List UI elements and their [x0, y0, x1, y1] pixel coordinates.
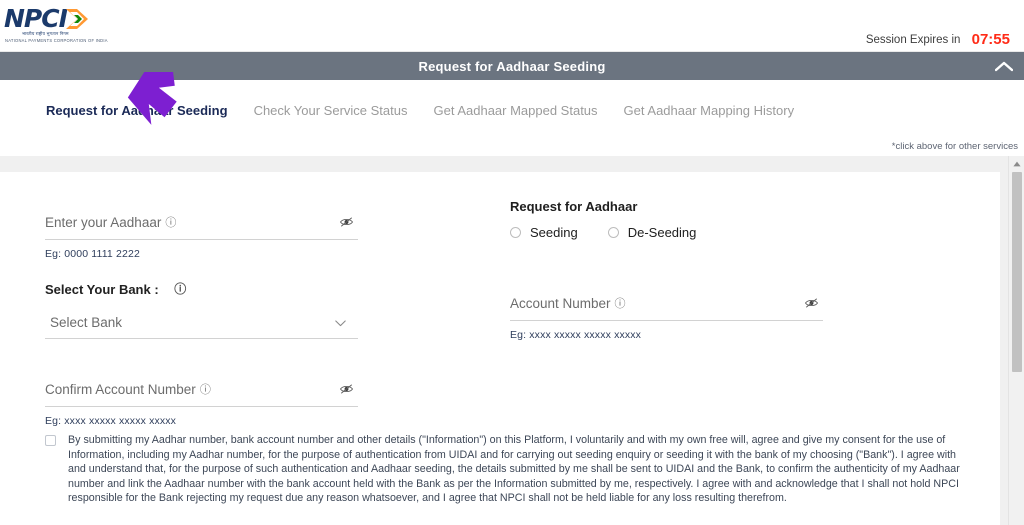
account-number-helper-text: Eg: xxxx xxxxx xxxxx xxxxx [510, 329, 642, 341]
scroll-up-arrow-icon [1013, 161, 1021, 167]
consent-text: By submitting my Aadhar number, bank acc… [68, 434, 960, 505]
aadhaar-helper-text: Eg: 0000 1111 2222 [45, 248, 140, 260]
info-icon[interactable]: ⓘ [165, 214, 176, 230]
confirm-account-label: Confirm Account Number [45, 382, 196, 397]
npci-logo[interactable]: NPCI भारतीय राष्ट्रीय भुगतान निगम NATION… [4, 4, 124, 47]
aadhaar-field-group: Enter your Aadhaar ⓘ Eg: 0000 1111 2222 [45, 214, 358, 260]
radio-circle-icon [510, 227, 521, 238]
eye-slash-icon[interactable] [339, 215, 354, 229]
tab-request-aadhaar-seeding[interactable]: Request for Aadhaar Seeding [46, 102, 228, 140]
scroll-up-button[interactable] [1009, 158, 1024, 170]
confirm-account-field-group: Confirm Account Number ⓘ Eg: xxxx xxxxx … [45, 381, 358, 427]
eye-slash-icon[interactable] [804, 296, 819, 310]
form-column-left: Enter your Aadhaar ⓘ Eg: 0000 1111 2222 … [45, 214, 358, 427]
request-type-radio-group: Seeding De-Seeding [510, 225, 823, 240]
eye-slash-icon[interactable] [339, 382, 354, 396]
radio-seeding[interactable]: Seeding [510, 225, 578, 240]
chevron-up-icon [995, 61, 1013, 71]
tab-get-aadhaar-mapping-history[interactable]: Get Aadhaar Mapping History [624, 103, 795, 120]
note-text: *click above for other services [891, 141, 1018, 152]
radio-label: De-Seeding [627, 225, 697, 240]
tab-label: Get Aadhaar Mapped Status [433, 102, 598, 118]
chevron-down-icon [335, 320, 346, 327]
account-number-label: Account Number [510, 296, 611, 311]
logo-subtitle: NATIONAL PAYMENTS CORPORATION OF INDIA [5, 38, 108, 43]
tab-get-aadhaar-mapped-status[interactable]: Get Aadhaar Mapped Status [433, 103, 597, 120]
select-bank-label: Select Your Bank : [45, 282, 159, 297]
aadhaar-label: Enter your Aadhaar [45, 215, 162, 230]
logo-mark-row: NPCI [4, 4, 124, 33]
radio-label: Seeding [530, 225, 578, 240]
consent-checkbox[interactable] [45, 435, 56, 446]
logo-hindi-text: भारतीय राष्ट्रीय भुगतान निगम [22, 31, 69, 36]
page-root: NPCI भारतीय राष्ट्रीय भुगतान निगम NATION… [0, 0, 1024, 525]
tricolor-arrow-icon [66, 9, 88, 29]
aadhaar-input[interactable]: Enter your Aadhaar ⓘ [45, 214, 358, 240]
select-bank-label-row: Select Your Bank : ⓘ [45, 280, 358, 297]
tab-label: Check Your Service Status [253, 102, 408, 118]
section-title-bar: Request for Aadhaar Seeding [0, 52, 1024, 80]
info-icon[interactable]: ⓘ [200, 381, 211, 397]
collapse-section-button[interactable] [984, 52, 1024, 80]
form-card: Enter your Aadhaar ⓘ Eg: 0000 1111 2222 … [0, 172, 1008, 525]
content-area: Enter your Aadhaar ⓘ Eg: 0000 1111 2222 … [0, 156, 1024, 525]
tab-check-service-status[interactable]: Check Your Service Status [254, 103, 408, 120]
top-bar: NPCI भारतीय राष्ट्रीय भुगतान निगम NATION… [0, 0, 1024, 52]
scrollbar-thumb[interactable] [1012, 172, 1022, 372]
tab-label: Request for Aadhaar Seeding [46, 102, 228, 118]
session-label: Session Expires in [865, 34, 961, 46]
consent-row: By submitting my Aadhar number, bank acc… [45, 433, 965, 506]
session-timer: Session Expires in 07:55 [866, 31, 1010, 48]
service-tabs: Request for Aadhaar Seeding Check Your S… [0, 80, 1024, 142]
other-services-note: *click above for other services [0, 136, 1024, 156]
account-number-field-group: Account Number ⓘ Eg: xxxx xxxxx xxxxx xx… [510, 295, 823, 341]
bank-select-value: Select Bank [50, 315, 123, 330]
radio-de-seeding[interactable]: De-Seeding [607, 225, 697, 240]
form-column-right: Request for Aadhaar Seeding De-Seeding A… [510, 199, 823, 341]
info-icon[interactable]: ⓘ [174, 280, 186, 297]
account-number-input[interactable]: Account Number ⓘ [510, 295, 823, 321]
card-right-gap [1000, 156, 1008, 525]
info-icon[interactable]: ⓘ [615, 295, 626, 311]
vertical-scrollbar[interactable] [1008, 156, 1024, 525]
logo-wordmark: NPCI [4, 4, 68, 33]
request-for-aadhaar-title: Request for Aadhaar [510, 199, 638, 214]
radio-circle-icon [607, 227, 619, 238]
bank-select[interactable]: Select Bank [45, 313, 358, 339]
session-countdown: 07:55 [971, 31, 1010, 48]
confirm-account-helper-text: Eg: xxxx xxxxx xxxxx xxxxx [45, 415, 177, 427]
page-title: Request for Aadhaar Seeding [418, 58, 606, 74]
tab-label: Get Aadhaar Mapping History [623, 102, 795, 118]
confirm-account-number-input[interactable]: Confirm Account Number ⓘ [45, 381, 358, 407]
